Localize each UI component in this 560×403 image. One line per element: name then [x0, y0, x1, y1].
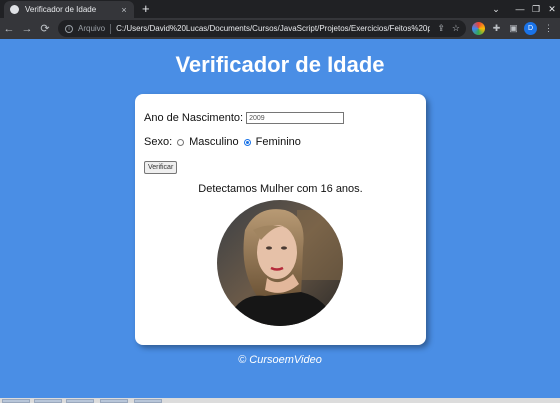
birth-year-input[interactable]: [246, 112, 345, 124]
footer-text: © CursoemVideo: [238, 354, 322, 366]
taskbar-item[interactable]: [34, 399, 62, 403]
male-radio-label[interactable]: Masculino: [189, 136, 239, 148]
reload-icon[interactable]: ⟳: [36, 22, 54, 35]
color-extension-icon[interactable]: [472, 22, 485, 35]
minimize-icon[interactable]: —: [512, 4, 528, 14]
female-radio-label[interactable]: Feminino: [256, 136, 301, 148]
os-taskbar: [0, 398, 560, 403]
back-icon[interactable]: ←: [0, 23, 18, 35]
restore-icon[interactable]: ❐: [528, 4, 544, 15]
side-panel-icon[interactable]: ▣: [507, 22, 520, 35]
tab-close-icon[interactable]: ×: [118, 5, 130, 15]
bookmark-star-icon[interactable]: ☆: [452, 23, 460, 34]
share-icon[interactable]: ⇪: [437, 23, 445, 34]
close-window-icon[interactable]: ✕: [544, 4, 560, 15]
verifier-card: Ano de Nascimento: Sexo: Masculino Femin…: [135, 94, 426, 345]
new-tab-button[interactable]: +: [142, 1, 150, 17]
forward-icon[interactable]: →: [18, 23, 36, 35]
verify-button[interactable]: Verificar: [144, 161, 178, 174]
sex-row: Sexo: Masculino Feminino: [144, 136, 301, 148]
browser-tab-bar: Verificador de Idade × + ⌄ — ❐ ✕: [0, 0, 560, 18]
info-icon[interactable]: i: [65, 24, 73, 33]
page-title: Verificador de Idade: [175, 52, 385, 77]
taskbar-item[interactable]: [100, 399, 128, 403]
extensions-puzzle-icon[interactable]: ✚: [490, 22, 503, 35]
result-text: Detectamos Mulher com 16 anos.: [198, 183, 363, 195]
female-radio[interactable]: [243, 138, 251, 146]
sex-label: Sexo:: [144, 136, 173, 148]
browser-menu-icon[interactable]: ⋮: [542, 22, 555, 35]
divider: [110, 23, 112, 34]
taskbar-item[interactable]: [134, 399, 162, 403]
scheme-label: Arquivo: [78, 24, 106, 33]
taskbar-item[interactable]: [2, 399, 30, 403]
tab-title: Verificador de Idade: [25, 5, 97, 14]
globe-icon: [10, 5, 19, 14]
browser-toolbar: ← → ⟳ i Arquivo C:/Users/David%20Lucas/D…: [0, 18, 560, 39]
birth-year-row: Ano de Nascimento:: [144, 112, 345, 124]
male-radio[interactable]: [177, 138, 185, 146]
birth-year-label: Ano de Nascimento:: [144, 112, 244, 124]
profile-avatar[interactable]: D: [524, 22, 537, 35]
taskbar-item[interactable]: [66, 399, 94, 403]
woman-photo: [217, 200, 343, 326]
url-text[interactable]: C:/Users/David%20Lucas/Documents/Cursos/…: [116, 24, 430, 33]
browser-tab[interactable]: Verificador de Idade ×: [4, 1, 134, 18]
window-controls: ⌄ — ❐ ✕: [488, 0, 560, 18]
tab-search-icon[interactable]: ⌄: [488, 4, 504, 15]
address-bar[interactable]: i Arquivo C:/Users/David%20Lucas/Documen…: [58, 20, 466, 37]
